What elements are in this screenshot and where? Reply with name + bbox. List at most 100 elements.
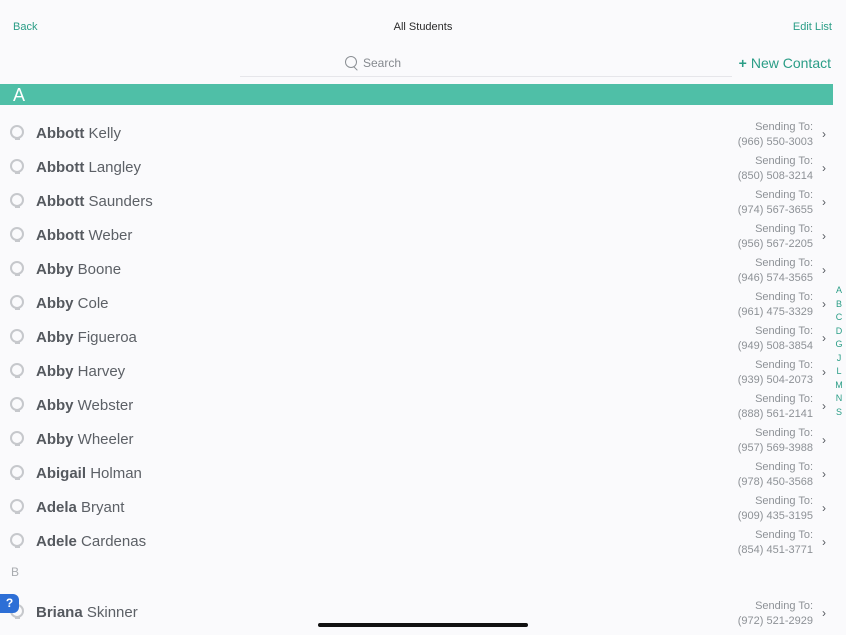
search-bar[interactable]: Search xyxy=(240,52,732,77)
index-letter[interactable]: L xyxy=(834,365,844,379)
index-letter[interactable]: A xyxy=(834,284,844,298)
avatar-icon xyxy=(10,125,24,140)
contact-first-name: Abby xyxy=(36,431,74,448)
contact-first-name: Abby xyxy=(36,295,74,312)
contact-name: Abby Wheeler xyxy=(36,431,134,448)
index-letter[interactable]: G xyxy=(834,338,844,352)
contact-row[interactable]: Adele Cardenas Sending To: (854) 451-3771… xyxy=(0,525,833,559)
contact-row[interactable]: Abby Harvey Sending To: (939) 504-2073 › xyxy=(0,355,833,389)
contact-name: Abby Figueroa xyxy=(36,329,137,346)
index-letter[interactable]: S xyxy=(834,406,844,420)
sending-to: Sending To: (966) 550-3003 xyxy=(738,120,813,150)
sending-to: Sending To: (939) 504-2073 xyxy=(738,358,813,388)
sending-to: Sending To: (850) 508-3214 xyxy=(738,154,813,184)
sending-to: Sending To: (957) 569-3988 xyxy=(738,426,813,456)
sending-to-label: Sending To: xyxy=(755,291,813,303)
contact-name: Abby Cole xyxy=(36,295,109,312)
avatar-icon xyxy=(10,499,24,514)
chevron-right-icon: › xyxy=(822,365,826,379)
index-letter[interactable]: J xyxy=(834,352,844,366)
page-title: All Students xyxy=(393,21,453,33)
contact-first-name: Abigail xyxy=(36,465,87,482)
avatar-icon xyxy=(10,465,24,480)
section-letter: A xyxy=(13,85,26,105)
contact-name: Abbott Langley xyxy=(36,159,141,176)
chevron-right-icon: › xyxy=(822,433,826,447)
phone-number: (888) 561-2141 xyxy=(737,408,813,420)
index-letter[interactable]: C xyxy=(834,311,844,325)
contact-first-name: Abbott xyxy=(36,227,85,244)
contact-row[interactable]: Abbott Weber Sending To: (956) 567-2205 › xyxy=(0,219,833,253)
section-header-a: A xyxy=(0,84,833,105)
chevron-right-icon: › xyxy=(822,161,826,175)
contact-row[interactable]: Abby Wheeler Sending To: (957) 569-3988 › xyxy=(0,423,833,457)
contact-row[interactable]: Abbott Saunders Sending To: (974) 567-365… xyxy=(0,185,833,219)
sending-to-label: Sending To: xyxy=(755,529,813,541)
sending-to-label: Sending To: xyxy=(755,121,813,133)
chevron-right-icon: › xyxy=(822,535,826,549)
sending-to-label: Sending To: xyxy=(755,223,813,235)
sending-to-label: Sending To: xyxy=(755,600,813,612)
new-contact-button[interactable]: + New Contact xyxy=(739,55,831,71)
phone-number: (978) 450-3568 xyxy=(737,476,813,488)
contact-last-name: Webster xyxy=(77,397,134,414)
avatar-icon xyxy=(10,193,24,208)
contact-name: Adele Cardenas xyxy=(36,533,146,550)
contact-row[interactable]: Abby Webster Sending To: (888) 561-2141 › xyxy=(0,389,833,423)
sending-to-label: Sending To: xyxy=(755,359,813,371)
phone-number: (956) 567-2205 xyxy=(737,238,813,250)
contact-row[interactable]: Abbott Kelly Sending To: (966) 550-3003 › xyxy=(0,117,833,151)
phone-number: (909) 435-3195 xyxy=(737,510,813,522)
sending-to-label: Sending To: xyxy=(755,155,813,167)
index-letter[interactable]: N xyxy=(834,392,844,406)
chevron-right-icon: › xyxy=(822,467,826,481)
contact-first-name: Abbott xyxy=(36,125,85,142)
section-header-b: B xyxy=(11,565,20,579)
contact-first-name: Briana xyxy=(36,604,83,621)
contact-row[interactable]: Abby Cole Sending To: (961) 475-3329 › xyxy=(0,287,833,321)
sending-to: Sending To: (972) 521-2929 xyxy=(738,599,813,629)
avatar-icon xyxy=(10,261,24,276)
chevron-right-icon: › xyxy=(822,229,826,243)
contact-last-name: Boone xyxy=(77,261,122,278)
search-input[interactable]: Search xyxy=(363,56,401,70)
contact-name: Abbott Saunders xyxy=(36,193,153,210)
phone-number: (939) 504-2073 xyxy=(737,374,813,386)
index-letter[interactable]: D xyxy=(834,325,844,339)
contact-last-name: Saunders xyxy=(88,193,153,210)
help-icon[interactable]: ? xyxy=(0,594,19,613)
phone-number: (949) 508-3854 xyxy=(737,340,813,352)
sending-to-label: Sending To: xyxy=(755,461,813,473)
contact-row[interactable]: Abby Boone Sending To: (946) 574-3565 › xyxy=(0,253,833,287)
contact-first-name: Abby xyxy=(36,363,74,380)
sending-to: Sending To: (956) 567-2205 xyxy=(738,222,813,252)
section-index[interactable]: A B C D G J L M N S xyxy=(834,284,844,419)
avatar-icon xyxy=(10,329,24,344)
contact-last-name: Cardenas xyxy=(81,533,147,550)
sending-to-label: Sending To: xyxy=(755,325,813,337)
phone-number: (854) 451-3771 xyxy=(737,544,813,556)
new-contact-label: New Contact xyxy=(750,55,831,71)
contact-row[interactable]: Abigail Holman Sending To: (978) 450-3568… xyxy=(0,457,833,491)
contact-last-name: Figueroa xyxy=(77,329,137,346)
sending-to-label: Sending To: xyxy=(755,495,813,507)
contact-row[interactable]: Adela Bryant Sending To: (909) 435-3195 › xyxy=(0,491,833,525)
chevron-right-icon: › xyxy=(822,501,826,515)
contact-row[interactable]: Abby Figueroa Sending To: (949) 508-3854 … xyxy=(0,321,833,355)
chevron-right-icon: › xyxy=(822,263,826,277)
edit-list-button[interactable]: Edit List xyxy=(793,21,832,33)
contact-last-name: Weber xyxy=(88,227,133,244)
sending-to: Sending To: (909) 435-3195 xyxy=(738,494,813,524)
contact-name: Briana Skinner xyxy=(36,604,138,621)
home-indicator[interactable] xyxy=(318,623,528,627)
sending-to-label: Sending To: xyxy=(755,189,813,201)
avatar-icon xyxy=(10,397,24,412)
contact-last-name: Wheeler xyxy=(77,431,134,448)
index-letter[interactable]: B xyxy=(834,298,844,312)
contact-row[interactable]: Abbott Langley Sending To: (850) 508-3214… xyxy=(0,151,833,185)
contact-last-name: Langley xyxy=(88,159,142,176)
phone-number: (957) 569-3988 xyxy=(737,442,813,454)
contact-first-name: Abby xyxy=(36,329,74,346)
chevron-right-icon: › xyxy=(822,399,826,413)
index-letter[interactable]: M xyxy=(834,379,844,393)
